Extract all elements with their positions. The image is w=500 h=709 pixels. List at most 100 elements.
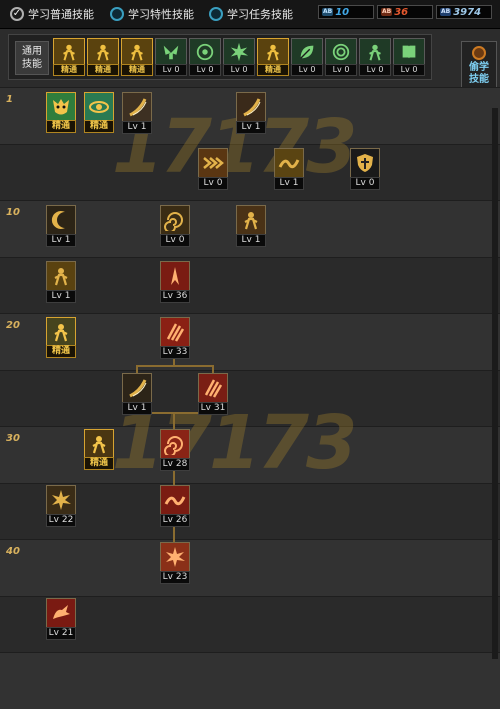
common-skill-slot[interactable]: 精通: [121, 38, 153, 76]
common-skill-slot[interactable]: Lv 0: [189, 38, 221, 76]
level-label: 1: [6, 94, 13, 105]
skill-level-caption: Lv 1: [46, 290, 76, 303]
vortex-icon: [160, 205, 190, 235]
skill-level-caption: Lv 22: [46, 514, 76, 527]
sp-value: 10: [335, 6, 350, 18]
level-label: 10: [6, 207, 20, 218]
common-skill-slot[interactable]: Lv 0: [325, 38, 357, 76]
skill-level-caption: Lv 0: [393, 64, 425, 76]
checkbox-icon[interactable]: ✓: [10, 7, 24, 21]
skill-level-caption: Lv 0: [155, 64, 187, 76]
level-label: 20: [6, 320, 20, 331]
option-label: 学习特性技能: [128, 8, 194, 21]
skill-level-caption: Lv 28: [160, 458, 190, 471]
blood-wave-skill[interactable]: Lv 26: [160, 485, 190, 529]
common-skill-slot[interactable]: 精通: [53, 38, 85, 76]
eye-ring-icon: [325, 38, 357, 66]
grab-skill[interactable]: 精通: [84, 429, 114, 473]
tree-row: [0, 652, 500, 709]
skill-level-caption: 精通: [46, 345, 76, 358]
blood-dragon-skill[interactable]: Lv 21: [46, 598, 76, 642]
skill-level-caption: Lv 1: [122, 121, 152, 134]
skill-level-caption: 精通: [53, 64, 85, 76]
skill-level-caption: Lv 0: [223, 64, 255, 76]
demon-mask-icon: [46, 92, 76, 122]
flurry-icon: [46, 261, 76, 291]
red-claw-skill[interactable]: Lv 31: [198, 373, 228, 417]
qp-tag: AB: [440, 8, 452, 16]
kick-skill[interactable]: Lv 1: [236, 205, 266, 249]
qp-value: 3974: [453, 6, 482, 18]
blood-slash-skill[interactable]: Lv 33: [160, 317, 190, 361]
common-skill-slot[interactable]: Lv 0: [223, 38, 255, 76]
flurry-skill[interactable]: Lv 1: [46, 261, 76, 305]
blood-blast-skill[interactable]: Lv 23: [160, 542, 190, 586]
common-skill-slot[interactable]: Lv 0: [291, 38, 323, 76]
star-burst-icon: [223, 38, 255, 66]
level-label: 30: [6, 433, 20, 444]
eye-skill[interactable]: 精通: [84, 92, 114, 136]
orb-icon: [472, 46, 486, 60]
skill-level-caption: Lv 0: [189, 64, 221, 76]
crescent-skill[interactable]: Lv 1: [46, 205, 76, 249]
dash-skill[interactable]: Lv 0: [198, 148, 228, 192]
rage-figure-icon: [46, 317, 76, 347]
common-skill-slot[interactable]: Lv 0: [155, 38, 187, 76]
slash-skill-2[interactable]: Lv 1: [236, 92, 266, 136]
burst-icon: [46, 485, 76, 515]
sweep-icon: [274, 148, 304, 178]
rage-figure-skill[interactable]: 精通: [46, 317, 76, 361]
tree-row: 40: [0, 539, 500, 596]
skill-level-caption: Lv 0: [350, 177, 380, 190]
qp-points: AB 3974: [436, 5, 492, 19]
blood-slash-icon: [160, 317, 190, 347]
slash-icon: [122, 373, 152, 403]
chevrons-icon: [198, 148, 228, 178]
skill-level-caption: Lv 0: [325, 64, 357, 76]
tp-tag: AB: [381, 8, 393, 16]
sweep-skill[interactable]: Lv 1: [274, 148, 304, 192]
sp-tag: AB: [322, 8, 334, 16]
common-skills-label-text: 通用 技能: [22, 46, 42, 70]
skill-level-caption: Lv 33: [160, 346, 190, 359]
skill-level-caption: Lv 23: [160, 571, 190, 584]
slash-skill-1[interactable]: Lv 1: [122, 92, 152, 136]
slash-icon: [122, 92, 152, 122]
rope-icon: [87, 38, 119, 66]
common-skill-slot[interactable]: 精通: [257, 38, 289, 76]
option-learn-normal[interactable]: ✓ 学习普通技能: [10, 6, 94, 22]
tree-connector: [136, 365, 213, 367]
blood-spire-skill[interactable]: Lv 36: [160, 261, 190, 305]
skill-level-caption: Lv 0: [198, 177, 228, 190]
option-learn-quest[interactable]: 学习任务技能: [209, 6, 293, 22]
skill-level-caption: Lv 1: [236, 121, 266, 134]
shield-icon: [350, 148, 380, 178]
shield-skill[interactable]: Lv 0: [350, 148, 380, 192]
grab-icon: [84, 429, 114, 459]
dark-slash-skill[interactable]: Lv 1: [122, 373, 152, 417]
dragon-icon: [46, 598, 76, 628]
buff-figure-icon: [359, 38, 391, 66]
tree-row: 30: [0, 426, 500, 483]
radio-icon[interactable]: [209, 7, 223, 21]
runner-icon: [121, 38, 153, 66]
skill-level-caption: 精通: [87, 64, 119, 76]
vortex-skill[interactable]: Lv 0: [160, 205, 190, 249]
blood-whirl-skill[interactable]: Lv 28: [160, 429, 190, 473]
common-skill-slot[interactable]: 精通: [87, 38, 119, 76]
common-skill-slot[interactable]: Lv 0: [393, 38, 425, 76]
skill-level-caption: 精通: [84, 457, 114, 470]
skill-level-caption: Lv 1: [236, 234, 266, 247]
radio-icon[interactable]: [110, 7, 124, 21]
seated-figure-icon: [257, 38, 289, 66]
common-skills-label: 通用 技能: [15, 41, 49, 75]
crescent-icon: [46, 205, 76, 235]
mo-skill[interactable]: 精通: [46, 92, 76, 136]
scrollbar[interactable]: [492, 108, 498, 659]
level-label: 40: [6, 546, 20, 557]
burst-skill[interactable]: Lv 22: [46, 485, 76, 529]
skill-level-caption: Lv 0: [160, 234, 190, 247]
option-learn-trait[interactable]: 学习特性技能: [110, 6, 194, 22]
skill-level-caption: Lv 36: [160, 290, 190, 303]
common-skill-slot[interactable]: Lv 0: [359, 38, 391, 76]
